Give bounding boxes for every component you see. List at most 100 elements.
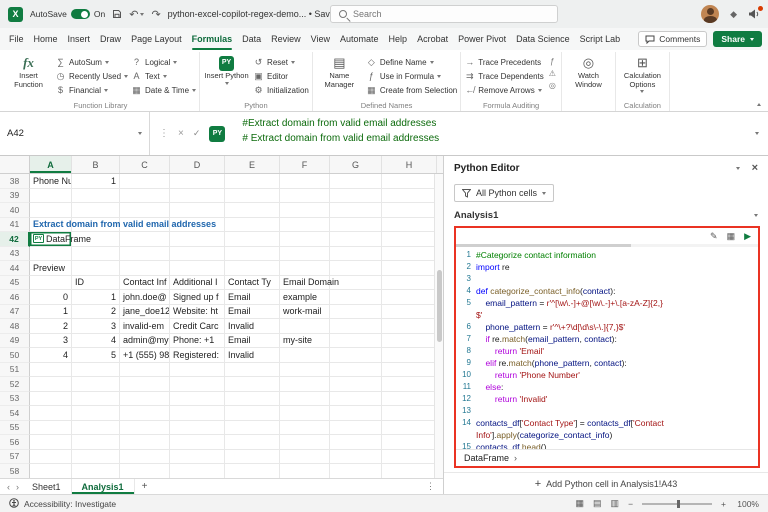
grid-cell[interactable] — [120, 435, 170, 450]
grid-cell[interactable] — [170, 406, 225, 421]
grid-cell[interactable] — [382, 203, 437, 218]
gem-icon[interactable]: ◆ — [730, 9, 737, 20]
column-header-d[interactable]: D — [170, 156, 225, 173]
page-layout-view-icon[interactable]: ▤ — [593, 498, 602, 509]
grid-cell[interactable] — [225, 363, 280, 378]
ribbon-tab-review[interactable]: Review — [266, 28, 306, 50]
row-header-38[interactable]: 38 — [0, 174, 30, 189]
row-header-39[interactable]: 39 — [0, 189, 30, 204]
grid-cell[interactable] — [330, 232, 382, 247]
grid-cell[interactable] — [225, 464, 280, 478]
row-header-54[interactable]: 54 — [0, 406, 30, 421]
grid-cell[interactable] — [170, 377, 225, 392]
grid-cell[interactable]: 1 — [72, 174, 120, 189]
comments-button[interactable]: Comments — [638, 31, 707, 47]
grid-cell[interactable] — [225, 421, 280, 436]
grid-cell[interactable] — [330, 450, 382, 465]
ribbon-item-trace-dependents[interactable]: ⇉Trace Dependents — [464, 70, 544, 82]
ribbon-item-create-from-selection[interactable]: ▦Create from Selection — [366, 84, 457, 96]
row-header-46[interactable]: 46 — [0, 290, 30, 305]
grid-cell[interactable] — [330, 247, 382, 262]
grid-cell[interactable] — [120, 203, 170, 218]
grid-cell[interactable] — [330, 218, 382, 233]
grid-cell[interactable] — [382, 363, 437, 378]
grid-cell[interactable] — [330, 261, 382, 276]
grid-cell[interactable] — [30, 276, 72, 291]
sheet-more-icon[interactable]: ⋮ — [426, 481, 435, 492]
grid-cell[interactable]: 1 — [72, 290, 120, 305]
python-cells-filter[interactable]: All Python cells — [454, 184, 554, 202]
undo-button[interactable]: ↶ — [129, 8, 144, 21]
grid-cell[interactable] — [30, 450, 72, 465]
grid-cell[interactable] — [330, 174, 382, 189]
grid-cell[interactable] — [382, 334, 437, 349]
ribbon-tab-formulas[interactable]: Formulas — [187, 28, 238, 50]
grid-cell[interactable] — [330, 377, 382, 392]
grid-cell[interactable] — [280, 261, 330, 276]
grid-cell[interactable]: admin@my — [120, 334, 170, 349]
grid-cell[interactable] — [382, 189, 437, 204]
ribbon-item-logical[interactable]: ?Logical — [131, 56, 196, 68]
grid-cell[interactable] — [330, 203, 382, 218]
megaphone-icon[interactable] — [748, 9, 760, 19]
grid-cell[interactable] — [382, 348, 437, 363]
expand-formula-bar-icon[interactable] — [746, 112, 768, 155]
ribbon-item-remove-arrows[interactable]: ↚Remove Arrows — [464, 84, 544, 96]
ribbon-item-trace-precedents[interactable]: →Trace Precedents — [464, 56, 544, 68]
edit-icon[interactable]: ✎ — [710, 231, 718, 242]
grid-cell[interactable]: Website: ht — [170, 305, 225, 320]
grid-cell[interactable] — [330, 305, 382, 320]
grid-cell[interactable] — [382, 377, 437, 392]
grid-cell[interactable] — [280, 319, 330, 334]
grid-cell[interactable] — [225, 406, 280, 421]
grid-cell[interactable] — [170, 232, 225, 247]
page-break-view-icon[interactable]: ▥ — [611, 498, 620, 509]
grid-cell[interactable]: ID — [72, 276, 120, 291]
add-python-cell-button[interactable]: + Add Python cell in Analysis1!A43 — [444, 472, 768, 494]
code-line[interactable]: 7 if re.match(email_pattern, contact): — [456, 333, 758, 345]
grid-cell[interactable] — [280, 348, 330, 363]
horizontal-scrollbar[interactable] — [456, 244, 758, 247]
avatar[interactable] — [701, 5, 719, 23]
grid-cell[interactable] — [170, 203, 225, 218]
normal-view-icon[interactable]: ▦ — [576, 498, 585, 509]
grid-cell[interactable] — [330, 406, 382, 421]
column-header-f[interactable]: F — [280, 156, 330, 173]
column-header-h[interactable]: H — [382, 156, 437, 173]
chevron-down-icon[interactable] — [736, 167, 740, 170]
row-header-43[interactable]: 43 — [0, 247, 30, 262]
enter-icon[interactable]: ✓ — [193, 128, 201, 139]
grid-cell[interactable] — [382, 450, 437, 465]
grid-cell[interactable] — [330, 319, 382, 334]
grid-cell[interactable] — [30, 406, 72, 421]
grid-cell[interactable] — [72, 406, 120, 421]
grid-cell[interactable] — [170, 464, 225, 478]
code-line[interactable]: 8 return 'Email' — [456, 345, 758, 357]
zoom-in-icon[interactable]: + — [721, 499, 726, 509]
grid-cell[interactable]: PYDataFrame — [30, 232, 72, 247]
grid-cell[interactable]: john.doe@ — [120, 290, 170, 305]
grid-cell[interactable] — [330, 334, 382, 349]
code-line[interactable]: 1#Categorize contact information — [456, 249, 758, 261]
grid-cell[interactable] — [382, 305, 437, 320]
grid-cell[interactable]: Credit Carc — [170, 319, 225, 334]
code-line[interactable]: 3 — [456, 273, 758, 285]
row-header-56[interactable]: 56 — [0, 435, 30, 450]
row-header-51[interactable]: 51 — [0, 363, 30, 378]
ribbon-item-initialization[interactable]: ⚙Initialization — [253, 84, 309, 96]
grid-cell[interactable] — [170, 261, 225, 276]
formula-bar-handle-icon[interactable]: ⋮ — [159, 128, 169, 139]
name-box[interactable]: A42 — [0, 112, 150, 155]
grid-cell[interactable] — [170, 421, 225, 436]
code-line[interactable]: 5 email_pattern = r'^[\w\.-]+@[\w\.-]+\.… — [456, 297, 758, 309]
grid-cell[interactable] — [280, 218, 330, 233]
grid-cell[interactable] — [280, 363, 330, 378]
grid-cell[interactable]: 0 — [30, 290, 72, 305]
grid-cell[interactable] — [30, 421, 72, 436]
output-row[interactable]: DataFrame › — [456, 449, 758, 466]
grid-cell[interactable]: work-mail — [280, 305, 330, 320]
ribbon-item-text[interactable]: AText — [131, 70, 196, 82]
column-header-a[interactable]: A — [30, 156, 72, 173]
column-header-b[interactable]: B — [72, 156, 120, 173]
grid-cell[interactable] — [120, 450, 170, 465]
